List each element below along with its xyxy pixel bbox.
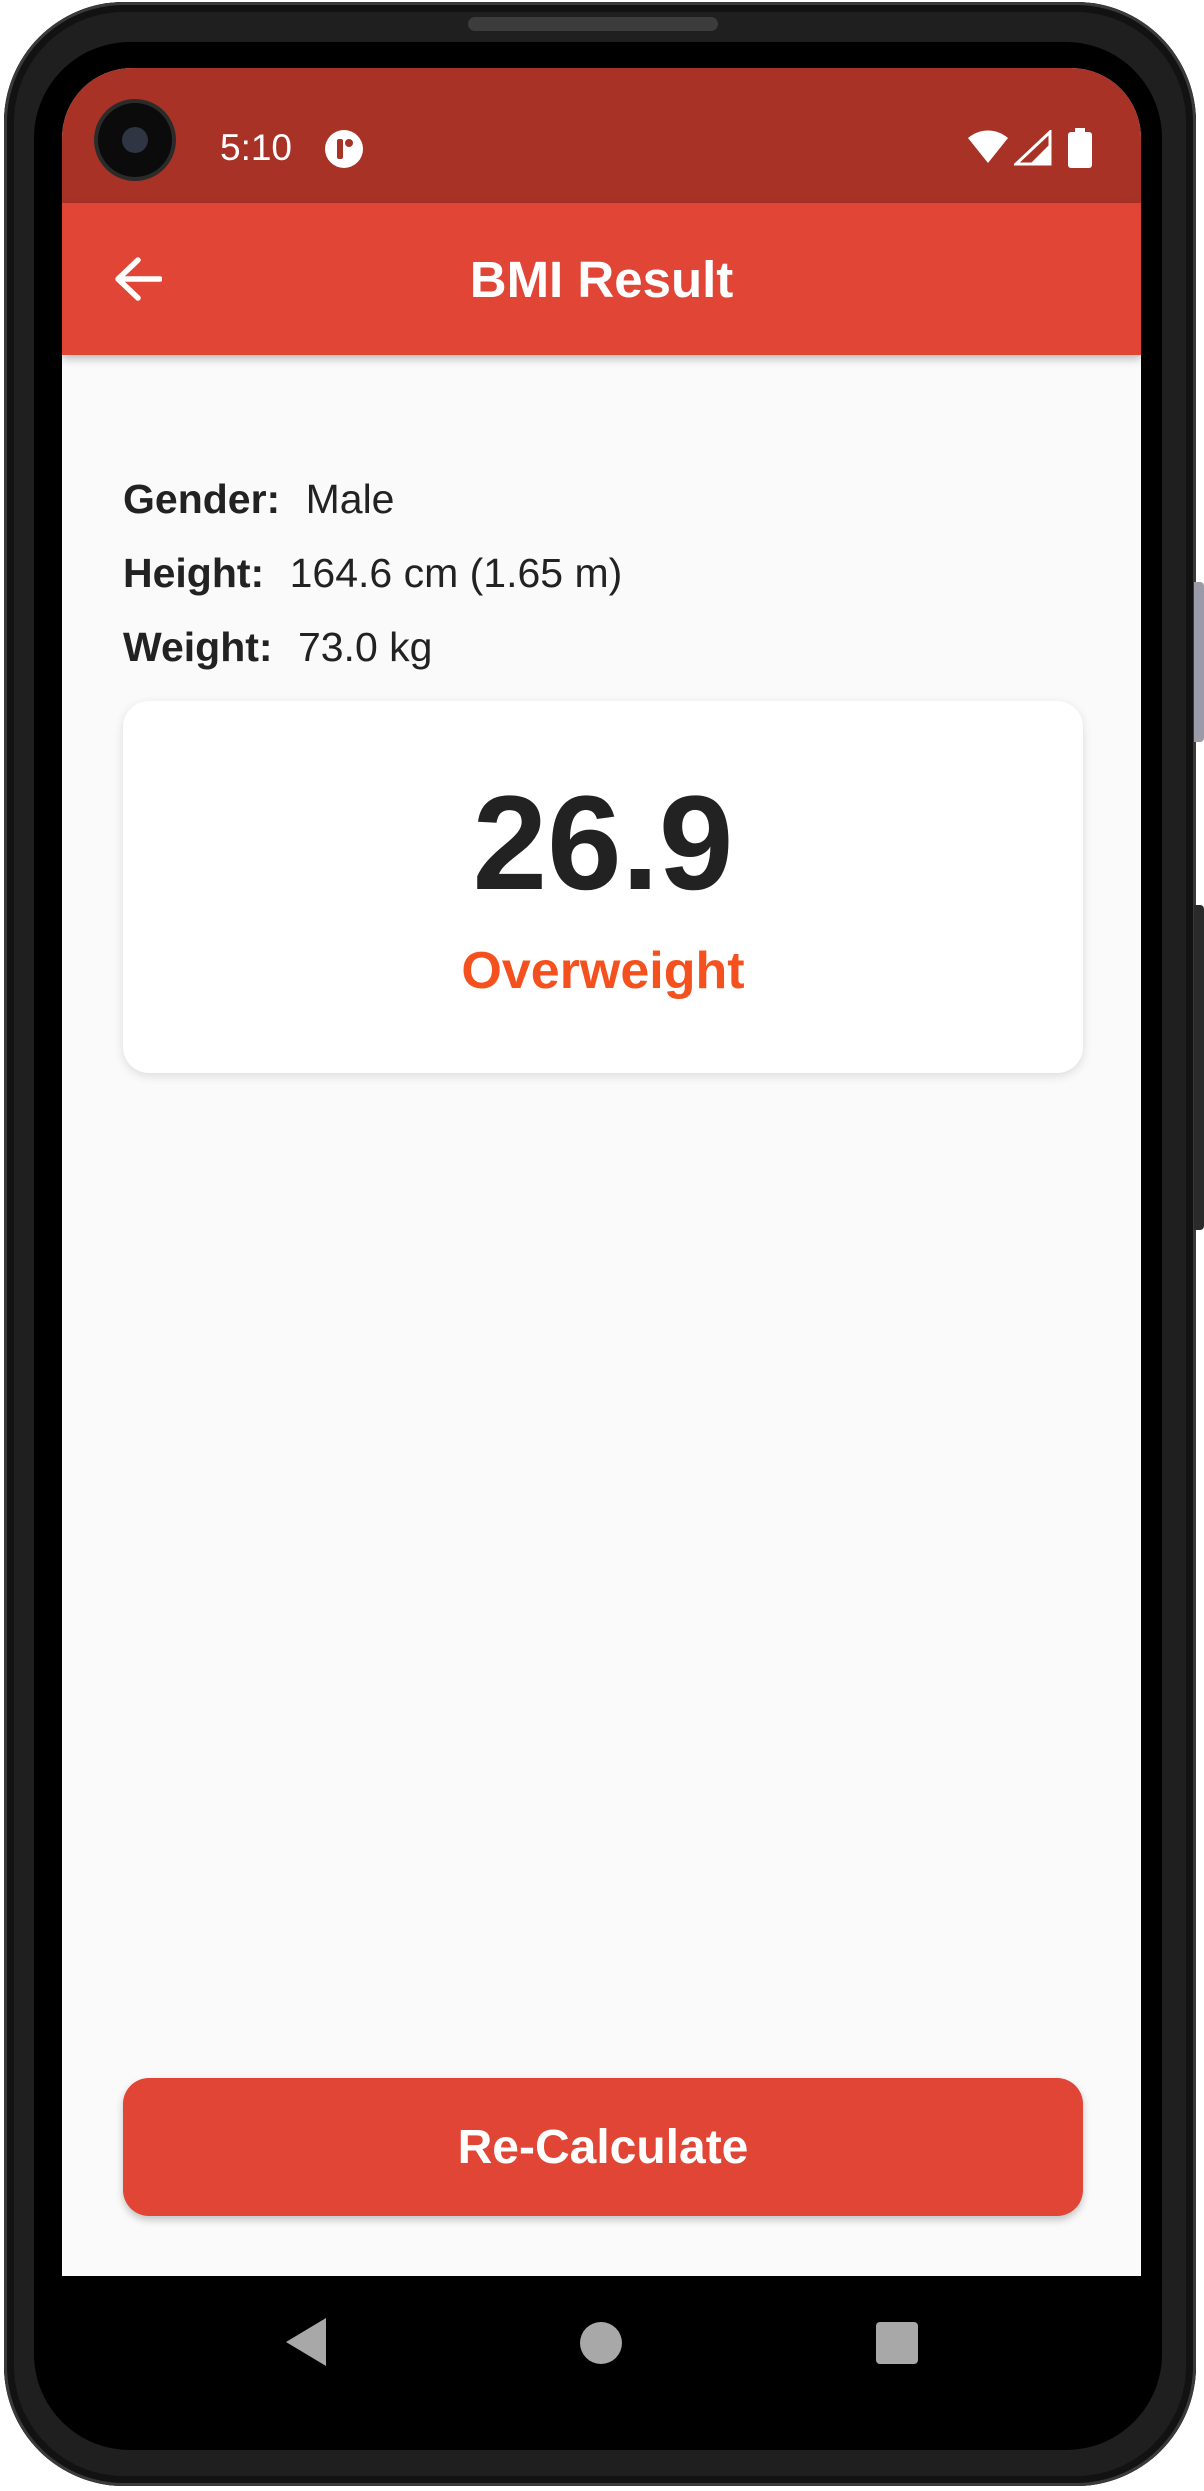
front-camera bbox=[98, 103, 172, 177]
bmi-category: Overweight bbox=[461, 942, 745, 1000]
height-value: 164.6 cm (1.65 m) bbox=[289, 550, 623, 596]
gender-label: Gender: bbox=[123, 476, 281, 522]
weight-value: 73.0 kg bbox=[297, 624, 433, 670]
speaker-grille bbox=[468, 17, 718, 31]
recalculate-button[interactable]: Re-Calculate bbox=[123, 2078, 1083, 2216]
page-title: BMI Result bbox=[469, 250, 734, 308]
nav-back-icon[interactable] bbox=[284, 2316, 328, 2368]
app-bar: BMI Result bbox=[62, 203, 1141, 355]
back-button[interactable] bbox=[102, 243, 174, 315]
battery-icon bbox=[1068, 128, 1092, 168]
power-button bbox=[1194, 905, 1204, 1230]
volume-button bbox=[1194, 582, 1204, 742]
notification-app-icon bbox=[325, 130, 363, 168]
status-time: 5:10 bbox=[220, 127, 293, 168]
system-nav-bar bbox=[62, 2276, 1141, 2410]
nav-recents-icon[interactable] bbox=[876, 2322, 918, 2364]
wifi-icon bbox=[968, 130, 1008, 163]
weight-row: Weight: 73.0 kg bbox=[123, 624, 432, 671]
bmi-value: 26.9 bbox=[472, 769, 734, 918]
gender-value: Male bbox=[305, 476, 395, 522]
status-bar: 5:10 bbox=[62, 68, 1141, 203]
gender-row: Gender: Male bbox=[123, 476, 394, 523]
height-label: Height: bbox=[123, 550, 265, 596]
bmi-result-card: 26.9 Overweight bbox=[123, 701, 1083, 1073]
height-row: Height: 164.6 cm (1.65 m) bbox=[123, 550, 622, 597]
nav-home-icon[interactable] bbox=[580, 2322, 622, 2364]
weight-label: Weight: bbox=[123, 624, 273, 670]
arrow-left-icon bbox=[115, 257, 162, 301]
screen: 5:10 BMI Result Gender: Male Height: 164… bbox=[62, 68, 1141, 2410]
signal-icon bbox=[1014, 130, 1052, 166]
